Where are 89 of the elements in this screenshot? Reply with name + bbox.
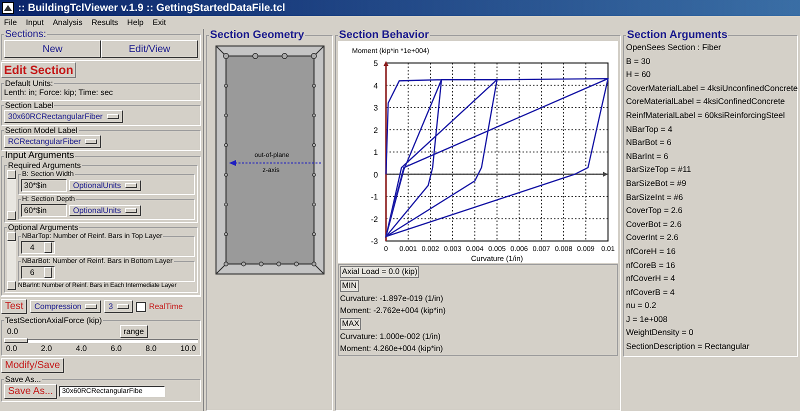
argument-text: WeightDensity = 0: [626, 326, 694, 340]
units-dropdown[interactable]: OptionalUnits: [69, 205, 142, 216]
argument-text: OpenSees Section : Fiber: [626, 41, 722, 54]
test-button[interactable]: Test: [1, 299, 28, 314]
mode-dropdown[interactable]: Compression: [30, 300, 102, 313]
window-title: :: BuildingTclViewer v.1.9 :: GettingStartedDataFile.tcl: [18, 2, 286, 14]
argument-text: CoverMaterialLabel = 4ksiUnconfinedConcrete: [626, 82, 795, 95]
y-tick-label: 1: [374, 148, 378, 157]
units-dropdown[interactable]: OptionalUnits: [69, 180, 142, 191]
argument-text: nfCoverB = 4: [626, 286, 676, 299]
menu-item[interactable]: Exit: [152, 18, 166, 27]
edit-section-heading: Edit Section: [1, 62, 76, 78]
group-label: TestSectionAxialForce (kip): [4, 316, 103, 325]
section-button[interactable]: New: [4, 40, 101, 58]
argument-text: CoverTop = 2.6: [626, 204, 684, 218]
slider-tick-label: 4.0: [76, 344, 87, 353]
moment-text: Moment: -2.762e+004 (kip*in): [340, 306, 446, 316]
argument-text: nfCoreH = 16: [626, 244, 677, 258]
scrollbar[interactable]: [7, 232, 16, 290]
group-label: Default Units:: [4, 79, 54, 88]
group-label: Required Arguments: [7, 161, 82, 170]
curvature-text: Curvature: 1.000e-002 (1/in): [340, 332, 440, 342]
modify-save-button[interactable]: Modify/Save: [1, 358, 64, 373]
group-label: Save As...: [4, 375, 42, 384]
argument-text: CoverBot = 2.6: [626, 218, 683, 231]
argument-text: SectionDescription = Rectangular: [626, 340, 750, 354]
section-button[interactable]: Edit/View: [101, 40, 198, 58]
argument-text: B = 30: [626, 54, 652, 68]
slider-tick-label: 10.0: [180, 344, 196, 353]
argument-text: H = 60: [626, 68, 652, 82]
checkbox-label: RealTime: [148, 302, 183, 311]
slider-tick-label: 8.0: [146, 344, 157, 353]
argument-text: nfCoreB = 16: [626, 258, 676, 272]
slider-thumb[interactable]: [4, 338, 28, 343]
units-text: Lenth: in; Force: kip; Time: sec: [4, 88, 114, 98]
realtime-checkbox[interactable]: [136, 302, 146, 312]
slider-tick-label: 6.0: [110, 344, 122, 353]
argument-text: BarSizeInt = #6: [626, 190, 684, 204]
argument-text: J = 1e+008: [626, 312, 669, 326]
y-tick-label: -2: [370, 214, 378, 224]
group-label: Input Arguments: [4, 151, 76, 161]
panel-title: Section Geometry: [209, 29, 306, 41]
group-label: Optional Arguments: [7, 223, 80, 232]
argument-text: CoverInt = 2.6: [626, 231, 680, 244]
y-tick-label: -3: [370, 237, 378, 246]
slider-tick-label: 0.0: [6, 344, 18, 353]
save-as-button[interactable]: Save As...: [4, 384, 58, 399]
axial-load-label: Axial Load = 0.0 (kip): [340, 266, 420, 278]
menu-item[interactable]: Results: [91, 18, 118, 27]
app-icon: [2, 2, 14, 14]
argument-text: ReinfMaterialLabel = 60ksiReinforcingSteel: [626, 108, 786, 122]
y-tick-label: 0: [374, 170, 378, 180]
slider-value: 0.0: [7, 327, 18, 336]
section-model-dropdown[interactable]: RCRectangularFiber: [4, 135, 101, 148]
y-tick-label: 5: [374, 59, 378, 68]
argument-text: nfCoverH = 4: [626, 272, 676, 286]
menu-item[interactable]: Analysis: [52, 18, 82, 27]
argument-input[interactable]: 60*$in: [21, 204, 67, 217]
steps-dropdown[interactable]: 3: [104, 300, 133, 313]
argument-text: NBarInt = 6: [626, 150, 670, 163]
argument-text: NBarTop = 4: [626, 122, 674, 136]
panel-title: Section Arguments: [626, 29, 728, 41]
section-label-dropdown[interactable]: 30x60RCRectangularFiber: [4, 110, 123, 123]
y-tick-label: 4: [374, 81, 378, 90]
curvature-text: Curvature: -1.897e-019 (1/in): [340, 294, 444, 304]
y-tick-label: 3: [374, 104, 378, 112]
argument-text: NBarBot = 6: [626, 136, 672, 150]
argument-text: CoreMaterialLabel = 4ksiConfinedConcrete: [626, 95, 786, 108]
spinner-field[interactable]: 4: [21, 241, 55, 254]
panel-title: Section Behavior: [338, 29, 430, 41]
menu-item[interactable]: Input: [26, 18, 44, 27]
y-tick-label: -1: [370, 192, 378, 202]
argument-text: nu = 0.2: [626, 299, 658, 312]
argument-text: BarSizeTop = #11: [626, 163, 692, 176]
group-label: Sections:: [4, 29, 48, 40]
menu-item[interactable]: Help: [127, 18, 144, 27]
group-label: Section Label: [4, 101, 54, 110]
spinner-field[interactable]: 6: [21, 266, 55, 279]
argument-text: BarSizeBot = #9: [626, 176, 688, 190]
min-label: MIN: [340, 280, 359, 292]
max-label: MAX: [340, 318, 362, 330]
scrollbar[interactable]: [7, 170, 16, 220]
menu-item[interactable]: File: [4, 18, 17, 27]
y-tick-label: 2: [374, 126, 378, 135]
range-button[interactable]: range: [120, 325, 148, 338]
group-label: Section Model Label: [4, 126, 78, 135]
moment-text: Moment: 4.260e+004 (kip*in): [340, 344, 443, 354]
argument-input[interactable]: 30*$in: [21, 179, 67, 192]
slider-tick-label: 2.0: [40, 344, 52, 353]
